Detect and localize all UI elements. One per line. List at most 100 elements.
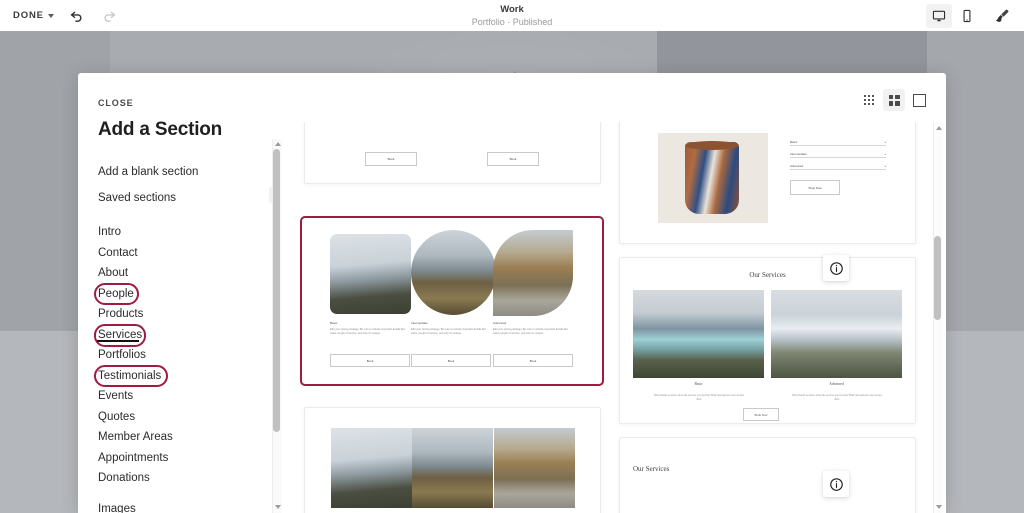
sidebar-item-label: Testimonials — [98, 370, 161, 382]
tier-button-basic: Book — [330, 354, 410, 367]
sidebar-item-label: Intro — [98, 226, 121, 238]
section-template-gallery[interactable]: Book Book Basic Edit your pricing strate… — [282, 122, 946, 513]
tier-body-advanced: What should we know about the services y… — [789, 394, 885, 402]
template-button: Book — [487, 152, 539, 166]
sidebar-item-contact[interactable]: Contact — [98, 243, 262, 264]
top-toolbar: DONE Work Portfolio · Published — [0, 0, 1024, 31]
add-section-modal: CLOSE Add a Section Add a blank section — [78, 73, 946, 513]
chevron-down-icon — [48, 14, 54, 18]
sidebar-item-events[interactable]: Events — [98, 386, 262, 407]
template-image-basic — [330, 234, 411, 314]
service-image-basic — [633, 290, 764, 378]
plus-icon: + — [884, 164, 886, 168]
document-title-block: Work Portfolio · Published — [0, 4, 1024, 28]
template-image-basic — [331, 428, 412, 508]
sidebar-item-saved-sections[interactable]: Saved sections NEW — [98, 184, 262, 211]
our-services-heading: Our Services — [633, 465, 669, 473]
sidebar-item-quotes[interactable]: Quotes — [98, 407, 262, 428]
template-image-advanced — [494, 428, 575, 508]
tier-label-intermediate: Intermediate — [411, 321, 428, 325]
view-mode-toggle-group — [858, 89, 930, 111]
sidebar-item-label: Contact — [98, 247, 138, 259]
sidebar-item-appointments[interactable]: Appointments — [98, 448, 262, 469]
sidebar-item-member-areas[interactable]: Member Areas — [98, 427, 262, 448]
modal-title: Add a Section — [98, 119, 222, 141]
sidebar-item-portfolios[interactable]: Portfolios — [98, 345, 262, 366]
grid-large-view-icon[interactable] — [908, 89, 930, 111]
sidebar-item-products[interactable]: Products — [98, 304, 262, 325]
book-now-button: Book Now — [743, 408, 779, 421]
sidebar-item-label: Member Areas — [98, 431, 173, 443]
sidebar-item-about[interactable]: About — [98, 263, 262, 284]
redo-button[interactable] — [100, 6, 120, 26]
sidebar-item-label: Quotes — [98, 411, 135, 423]
toolbar-left-group: DONE — [0, 6, 120, 26]
tier-body-basic: Edit your pricing strategy. Be sure to i… — [330, 328, 407, 336]
template-card-our-services[interactable]: Our Services Basic Advanced What should … — [619, 257, 916, 424]
service-image-advanced — [771, 290, 902, 378]
template-image-intermediate — [412, 428, 493, 508]
undo-button[interactable] — [67, 6, 87, 26]
template-card-product-accordion[interactable]: Basic + Intermediate + Advanced + — [619, 122, 916, 244]
tier-label-advanced: Advanced — [771, 382, 902, 386]
ceramic-cup-image — [685, 142, 739, 214]
sidebar-item-label: Products — [98, 308, 143, 320]
sidebar-item-label: People — [98, 288, 134, 300]
sidebar-item-people[interactable]: People — [98, 284, 262, 305]
template-image-advanced — [493, 230, 573, 316]
sidebar-item-label: About — [98, 267, 128, 279]
tier-label-basic: Basic — [330, 321, 337, 325]
sidebar-top-actions: Add a blank section Saved sections NEW — [78, 159, 282, 211]
paintbrush-icon[interactable] — [988, 4, 1016, 28]
sidebar-item-label: Add a blank section — [98, 166, 198, 178]
modal-header: CLOSE — [78, 73, 946, 122]
page-subtitle: Portfolio · Published — [0, 16, 1024, 28]
sidebar-item-services[interactable]: Services — [98, 325, 262, 346]
template-card-partial-top[interactable]: Book Book — [304, 122, 601, 184]
tier-body-intermediate: Edit your pricing strategy. Be sure to i… — [411, 328, 488, 336]
page-title: Work — [0, 4, 1024, 16]
tier-body-advanced: Edit your pricing strategy. Be sure to i… — [493, 328, 570, 336]
done-button-label: DONE — [13, 10, 44, 21]
sidebar-item-label: Images — [98, 503, 136, 513]
app-root: DONE Work Portfolio · Published — [0, 0, 1024, 513]
mobile-view-icon[interactable] — [954, 4, 980, 28]
tier-button-advanced: Book — [493, 354, 573, 367]
accordion-row-label: Intermediate — [790, 152, 807, 156]
services-underline — [97, 340, 139, 342]
sidebar-item-testimonials[interactable]: Testimonials — [98, 366, 262, 387]
template-image-intermediate — [411, 230, 496, 315]
section-category-sidebar: Add a blank section Saved sections NEW I… — [78, 159, 282, 513]
sidebar-item-label: Saved sections — [98, 192, 176, 204]
grid-medium-view-icon[interactable] — [883, 89, 905, 111]
tier-label-basic: Basic — [633, 382, 764, 386]
done-button[interactable]: DONE — [13, 10, 54, 21]
sidebar-item-donations[interactable]: Donations — [98, 468, 262, 489]
template-card-our-services-bottom[interactable]: Our Services — [619, 437, 916, 513]
toolbar-right-group — [926, 4, 1016, 28]
sidebar-item-label: Portfolios — [98, 349, 146, 361]
template-card-three-shape-pricing[interactable]: Basic Edit your pricing strategy. Be sur… — [304, 220, 599, 380]
info-icon[interactable] — [823, 255, 849, 281]
tier-button-intermediate: Book — [411, 354, 491, 367]
sidebar-item-images[interactable]: Images — [98, 499, 262, 513]
accordion-row-label: Basic — [790, 140, 797, 144]
sidebar-item-label: Events — [98, 390, 133, 402]
grid-small-view-icon[interactable] — [858, 89, 880, 111]
sidebar-item-label: Donations — [98, 472, 150, 484]
sidebar-item-add-blank-section[interactable]: Add a blank section — [98, 159, 262, 184]
template-card-three-accordion[interactable]: Basic Intermediate Advanced Duration Pri… — [304, 407, 601, 513]
plus-icon: + — [884, 140, 886, 144]
sidebar-item-label: Services — [98, 329, 142, 341]
template-button: Book — [365, 152, 417, 166]
info-icon[interactable] — [823, 471, 849, 497]
sidebar-item-intro[interactable]: Intro — [98, 222, 262, 243]
tier-label-advanced: Advanced — [493, 321, 506, 325]
close-button[interactable]: CLOSE — [98, 98, 134, 108]
plus-icon: + — [884, 152, 886, 156]
product-image-backdrop — [658, 133, 768, 223]
product-accordion: Basic + Intermediate + Advanced + — [790, 140, 886, 170]
our-services-heading: Our Services — [620, 271, 915, 279]
desktop-view-icon[interactable] — [926, 4, 952, 28]
sidebar-category-list: Intro Contact About People Products Se — [78, 222, 282, 513]
